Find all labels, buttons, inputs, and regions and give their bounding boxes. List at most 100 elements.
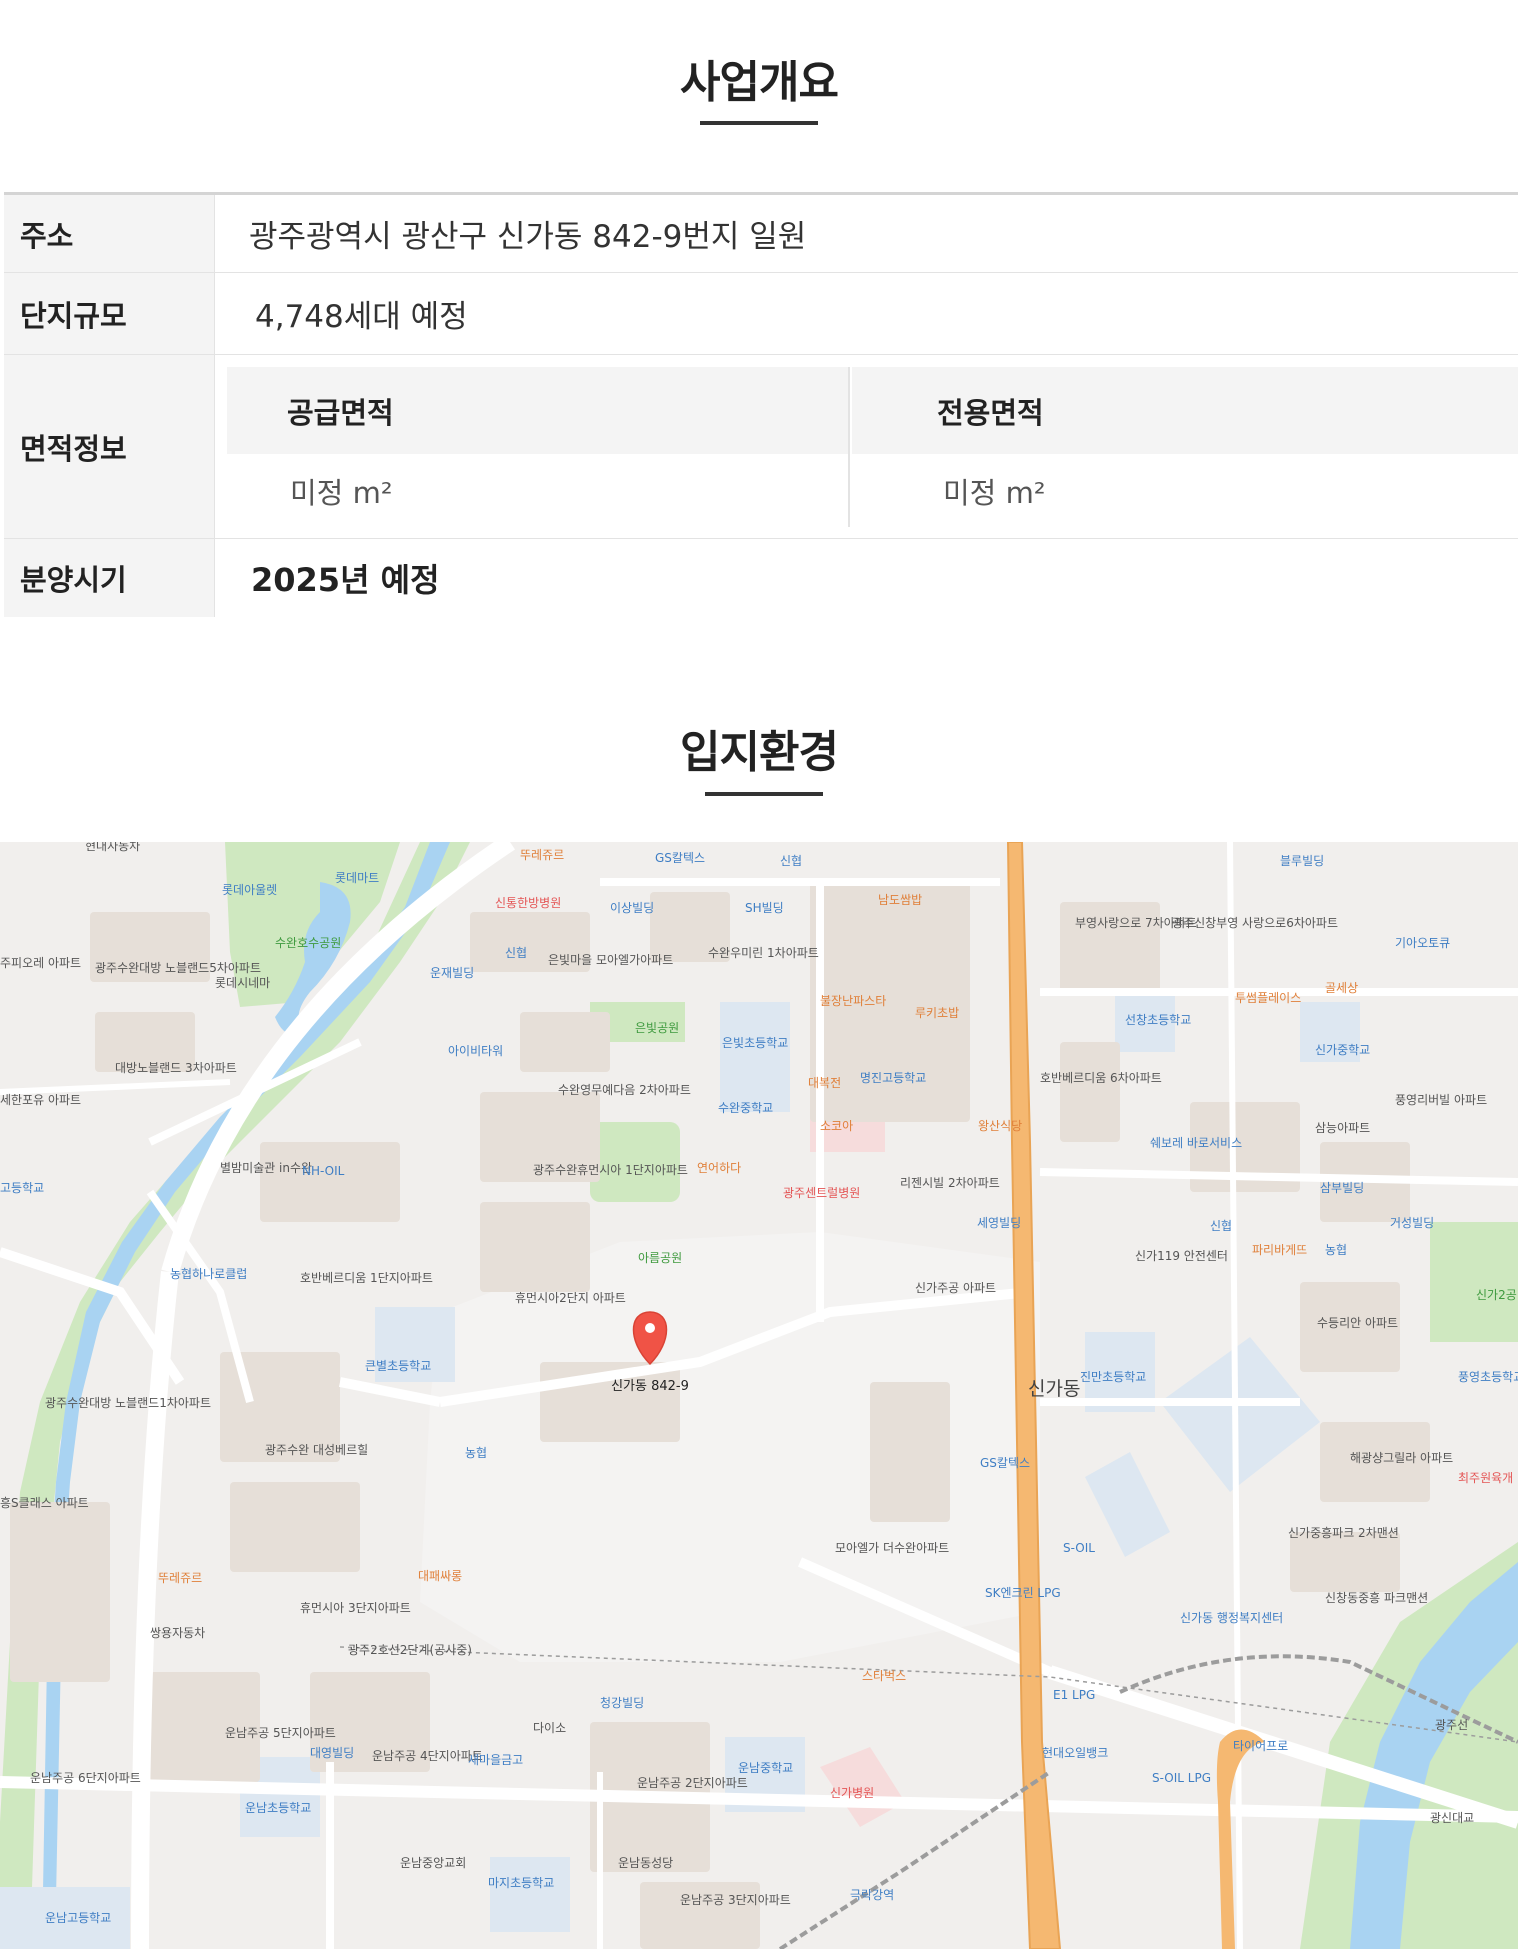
place-label: 큰별초등학교 xyxy=(365,1359,431,1373)
place-label: 대방노블랜드 3차아파트 xyxy=(115,1061,237,1075)
place-label: 삼능아파트 xyxy=(1315,1121,1370,1135)
place-label: 신가중흥파크 2차맨션 xyxy=(1288,1526,1399,1540)
place-label: S-OIL xyxy=(1063,1541,1095,1555)
place-label: 이상빌딩 xyxy=(610,901,654,915)
place-label: 모아엘가 더수완아파트 xyxy=(835,1541,949,1555)
supply-area-header: 공급면적 xyxy=(227,367,848,454)
place-label: 농협하나로클럽 xyxy=(170,1267,247,1281)
supply-area-column: 공급면적 미정 m² xyxy=(227,367,850,527)
scale-label: 단지규모 xyxy=(4,273,215,354)
place-label: 풍영초등학교 xyxy=(1458,1370,1518,1384)
exclusive-area-value: 미정 m² xyxy=(943,475,1046,510)
place-label: S-OIL LPG xyxy=(1152,1771,1211,1785)
table-row-sale-period: 분양시기 2025년 예정 xyxy=(4,539,1518,617)
table-row-area: 면적정보 공급면적 미정 m² 전용면적 미정 m² xyxy=(4,355,1518,539)
place-label: 리젠시빌 2차아파트 xyxy=(900,1176,1000,1190)
place-label: 투썸플레이스 xyxy=(1235,991,1301,1005)
place-label: 광주선 xyxy=(1435,1718,1468,1732)
place-label: 다이소 xyxy=(533,1721,566,1735)
sale-period-value: 2025년 예정 xyxy=(251,561,440,599)
place-label: 신가병원 xyxy=(830,1786,874,1800)
place-label: 아이비타워 xyxy=(448,1044,503,1058)
place-label: 뚜레쥬르 xyxy=(158,1571,202,1585)
place-label: 대복전 xyxy=(808,1076,841,1090)
place-label: 광주수완휴먼시아 1단지아파트 xyxy=(533,1163,688,1177)
place-label: 파리바게뜨 xyxy=(1252,1243,1307,1257)
overview-section-title: 사업개요 xyxy=(680,57,839,108)
place-label: 신가동 행정복지센터 xyxy=(1180,1610,1283,1625)
place-label: 불장난파스타 xyxy=(820,994,886,1008)
place-label: 광주수완 대성베르힐 xyxy=(265,1443,368,1457)
place-label: 운남주공 2단지아파트 xyxy=(637,1776,748,1790)
place-label: 블루빌딩 xyxy=(1280,854,1324,868)
place-label: 삼부빌딩 xyxy=(1320,1181,1364,1195)
park-areum xyxy=(590,1122,680,1202)
place-label: 연어하다 xyxy=(697,1161,741,1175)
place-label: 휴먼시아2단지 아파트 xyxy=(515,1291,626,1305)
place-label: 은빛초등학교 xyxy=(722,1036,788,1050)
place-label: 스타벅스 xyxy=(862,1669,906,1683)
school-block-1 xyxy=(720,1002,790,1112)
place-label: 수완영무예다음 2차아파트 xyxy=(558,1083,691,1097)
pin-dot xyxy=(645,1323,655,1333)
place-label: 골세상 xyxy=(1325,981,1358,995)
place-label: 롯데시네마 xyxy=(215,976,270,990)
place-label: 광주수완대방 노블랜드5차아파트 xyxy=(95,961,261,975)
place-label: 신가주공 아파트 xyxy=(915,1281,996,1295)
place-label: 운남주공 4단지아파트 xyxy=(372,1749,483,1763)
place-label: 롯데아울렛 xyxy=(222,883,277,897)
exclusive-area-header: 전용면적 xyxy=(852,367,1518,454)
place-label: 흥S클래스 아파트 xyxy=(0,1496,89,1510)
table-row-address: 주소 광주광역시 광산구 신가동 842-9번지 일원 xyxy=(4,195,1518,273)
place-label: 마지초등학교 xyxy=(488,1876,554,1890)
place-label: 운남주공 5단지아파트 xyxy=(225,1726,336,1740)
supply-area-value: 미정 m² xyxy=(290,475,393,510)
location-title-underline xyxy=(705,792,823,796)
table-row-scale: 단지규모 4,748세대 예정 xyxy=(4,273,1518,355)
place-label: 호반베르디움 6차아파트 xyxy=(1040,1071,1162,1085)
place-label: 극락강역 xyxy=(850,1888,894,1902)
place-label: 광주수완대방 노블랜드1차아파트 xyxy=(45,1396,211,1410)
place-label: 수완우미린 1차아파트 xyxy=(708,946,819,960)
place-label: 휴먼시아 3단지아파트 xyxy=(300,1601,411,1615)
place-label: E1 LPG xyxy=(1053,1688,1095,1702)
district-label: 신가동 xyxy=(1028,1378,1080,1400)
place-label: 해광샹그릴라 아파트 xyxy=(1350,1451,1453,1465)
place-label: 주피오레 아파트 xyxy=(0,956,81,970)
place-label: 은빛공원 xyxy=(635,1021,679,1035)
place-label: 신협 xyxy=(780,854,802,868)
place-label: 운남중앙교회 xyxy=(400,1856,466,1870)
place-label: 풍영리버빌 아파트 xyxy=(1395,1093,1487,1107)
place-label: 농협 xyxy=(465,1446,487,1460)
place-label: 최주원육개 xyxy=(1458,1471,1513,1485)
place-label: 운재빌딩 xyxy=(430,966,474,980)
location-map[interactable]: 신가동 신가동 842-9 현대자동차 뚜레쥬르 GS칼텍스 신협 블루빌딩 롯… xyxy=(0,842,1518,1949)
place-label: 신협 xyxy=(505,946,527,960)
place-label: 운남중학교 xyxy=(738,1761,793,1775)
place-label: 광주신창부영 사랑으로6차아파트 xyxy=(1172,916,1338,930)
place-label: 고등학교 xyxy=(0,1181,44,1195)
place-label: 대영빌딩 xyxy=(310,1746,354,1760)
place-label: 수등리안 아파트 xyxy=(1317,1316,1398,1330)
place-label: 신창동중흥 파크맨션 xyxy=(1325,1591,1428,1605)
location-section-title: 입지환경 xyxy=(680,727,839,778)
place-label: 신가중학교 xyxy=(1315,1043,1370,1057)
place-label: 청강빌딩 xyxy=(600,1696,644,1710)
place-label: 새마을금고 xyxy=(468,1753,523,1767)
place-label: 현대오일뱅크 xyxy=(1042,1746,1108,1760)
place-label: 진만초등학교 xyxy=(1080,1370,1146,1384)
place-label: 신협 xyxy=(1210,1219,1232,1233)
overview-title-underline xyxy=(700,121,818,125)
place-label: 농협 xyxy=(1325,1243,1347,1257)
place-label: SH빌딩 xyxy=(745,901,784,915)
place-label: 현대자동차 xyxy=(85,842,140,853)
place-label: 운남초등학교 xyxy=(245,1801,311,1815)
place-label: 아름공원 xyxy=(638,1251,682,1265)
exclusive-area-column: 전용면적 미정 m² xyxy=(852,367,1518,527)
place-label: 운남동성당 xyxy=(618,1856,673,1870)
place-label: NH-OIL xyxy=(302,1164,345,1178)
place-label: 신가2공 xyxy=(1476,1288,1517,1302)
area-label: 면적정보 xyxy=(4,355,215,538)
place-label: 호반베르디움 1단지아파트 xyxy=(300,1271,433,1285)
map-canvas[interactable]: 신가동 신가동 842-9 현대자동차 뚜레쥬르 GS칼텍스 신협 블루빌딩 롯… xyxy=(0,842,1518,1949)
